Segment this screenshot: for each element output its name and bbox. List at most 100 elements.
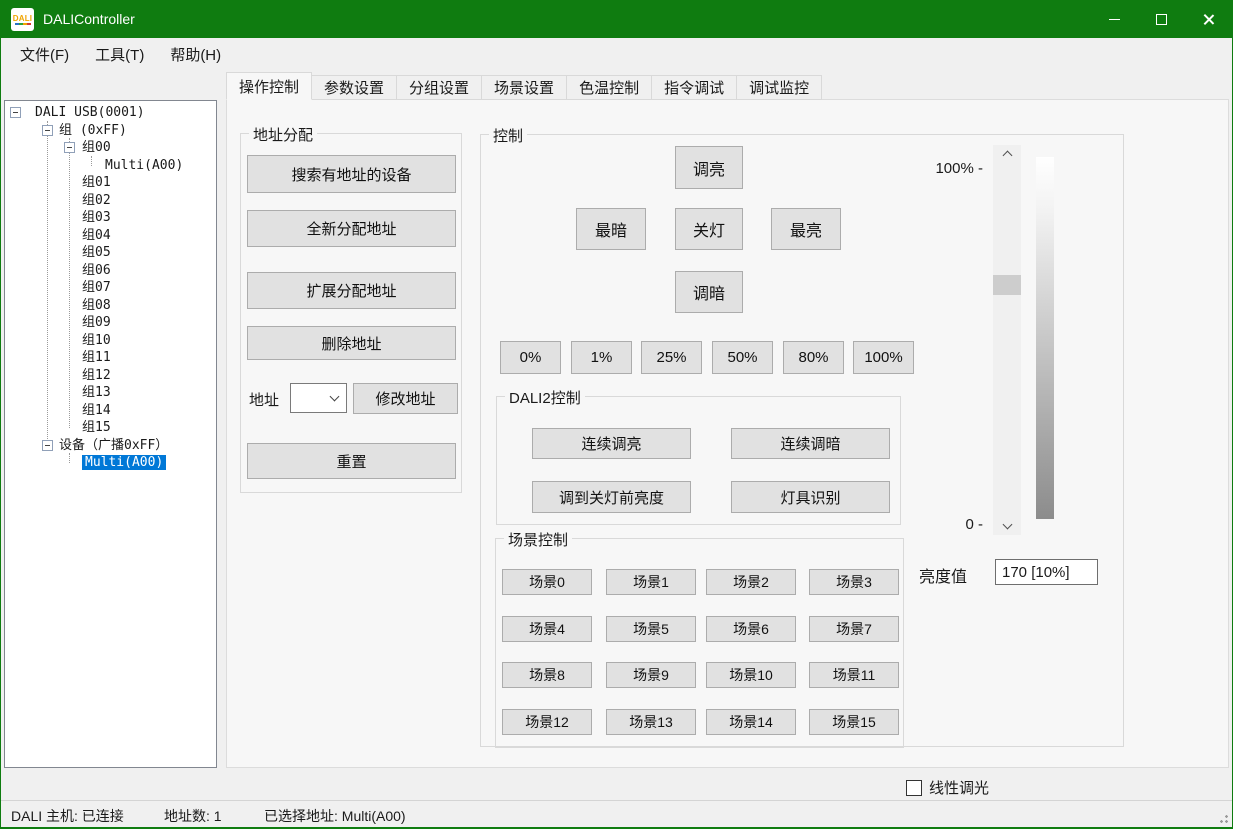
linear-dimming-checkbox[interactable] bbox=[906, 780, 922, 796]
tree-item-label: Multi(A00) bbox=[105, 158, 183, 173]
tree-item-group-07[interactable]: 组07 bbox=[5, 279, 216, 297]
percent-50-button[interactable]: 50% bbox=[712, 341, 773, 374]
dim-up-button[interactable]: 调亮 bbox=[675, 146, 743, 189]
tab-parameter-settings[interactable]: 参数设置 bbox=[311, 75, 397, 100]
reset-button[interactable]: 重置 bbox=[247, 443, 456, 479]
group-title: 场景控制 bbox=[504, 529, 572, 550]
tree-item-label: 组14 bbox=[82, 403, 111, 418]
tree-item-label: 组05 bbox=[82, 245, 111, 260]
tree-item-group-01[interactable]: 组01 bbox=[5, 174, 216, 192]
tree-item-group-05[interactable]: 组05 bbox=[5, 244, 216, 262]
scene-control-group: 场景控制 场景0 场景1 场景2 场景3 场景4 场景5 场景6 场景7 场景8… bbox=[495, 538, 904, 748]
tree-item-multi-a00[interactable]: Multi(A00) bbox=[5, 157, 216, 175]
scene-6-button[interactable]: 场景6 bbox=[706, 616, 796, 642]
scene-0-button[interactable]: 场景0 bbox=[502, 569, 592, 595]
tree-item-multi-a00-selected[interactable]: Multi(A00) bbox=[5, 454, 216, 472]
maximize-button[interactable] bbox=[1138, 0, 1185, 38]
scrollbar-thumb[interactable] bbox=[993, 275, 1021, 295]
linear-dimming-option: 线性调光 bbox=[906, 777, 989, 798]
tree-item-group-04[interactable]: 组04 bbox=[5, 227, 216, 245]
percent-25-button[interactable]: 25% bbox=[641, 341, 702, 374]
scene-5-button[interactable]: 场景5 bbox=[606, 616, 696, 642]
lamp-off-button[interactable]: 关灯 bbox=[675, 208, 743, 250]
tree-item-group-03[interactable]: 组03 bbox=[5, 209, 216, 227]
tab-operation-control[interactable]: 操作控制 bbox=[226, 72, 312, 100]
tree-item-group-06[interactable]: 组06 bbox=[5, 262, 216, 280]
scene-15-button[interactable]: 场景15 bbox=[809, 709, 899, 735]
tree-item-group-08[interactable]: 组08 bbox=[5, 297, 216, 315]
tree-item-label: 组04 bbox=[82, 228, 111, 243]
scale-100-label: 100% - bbox=[901, 160, 983, 177]
extend-assign-address-button[interactable]: 扩展分配地址 bbox=[247, 272, 456, 309]
tree-item-group-15[interactable]: 组15 bbox=[5, 419, 216, 437]
tab-color-temp-control[interactable]: 色温控制 bbox=[566, 75, 652, 100]
tab-grouping-settings[interactable]: 分组设置 bbox=[396, 75, 482, 100]
tree-item-group-00[interactable]: 组00 bbox=[5, 139, 216, 157]
scene-12-button[interactable]: 场景12 bbox=[502, 709, 592, 735]
scene-1-button[interactable]: 场景1 bbox=[606, 569, 696, 595]
percent-100-button[interactable]: 100% bbox=[853, 341, 914, 374]
max-brightness-button[interactable]: 最亮 bbox=[771, 208, 841, 250]
tree-item-group-10[interactable]: 组10 bbox=[5, 332, 216, 350]
scene-11-button[interactable]: 场景11 bbox=[809, 662, 899, 688]
scene-4-button[interactable]: 场景4 bbox=[502, 616, 592, 642]
scene-8-button[interactable]: 场景8 bbox=[502, 662, 592, 688]
delete-address-button[interactable]: 删除地址 bbox=[247, 326, 456, 360]
tree-item-group-13[interactable]: 组13 bbox=[5, 384, 216, 402]
menu-help[interactable]: 帮助(H) bbox=[157, 38, 234, 71]
tab-command-debug[interactable]: 指令调试 bbox=[651, 75, 737, 100]
scroll-up-button[interactable] bbox=[993, 145, 1021, 162]
percent-1-button[interactable]: 1% bbox=[571, 341, 632, 374]
tree-item-group-02[interactable]: 组02 bbox=[5, 192, 216, 210]
address-combobox[interactable] bbox=[290, 383, 347, 413]
min-brightness-button[interactable]: 最暗 bbox=[576, 208, 646, 250]
modify-address-button[interactable]: 修改地址 bbox=[353, 383, 458, 414]
resize-grip[interactable] bbox=[1216, 811, 1229, 824]
app-logo-strip bbox=[15, 23, 31, 25]
continuous-dim-down-button[interactable]: 连续调暗 bbox=[731, 428, 890, 459]
minimize-button[interactable] bbox=[1091, 0, 1138, 38]
tree-item-label: 组15 bbox=[82, 420, 111, 435]
brightness-value-field[interactable]: 170 [10%] bbox=[995, 559, 1098, 585]
collapse-icon[interactable] bbox=[64, 142, 75, 153]
tree-item-label: 组10 bbox=[82, 333, 111, 348]
percent-0-button[interactable]: 0% bbox=[500, 341, 561, 374]
close-button[interactable] bbox=[1185, 0, 1232, 38]
tree-item-group-14[interactable]: 组14 bbox=[5, 402, 216, 420]
scene-14-button[interactable]: 场景14 bbox=[706, 709, 796, 735]
tree-item-group-11[interactable]: 组11 bbox=[5, 349, 216, 367]
collapse-icon[interactable] bbox=[42, 125, 53, 136]
collapse-icon[interactable] bbox=[42, 440, 53, 451]
tree-item-dali-usb[interactable]: DALI USB(0001) bbox=[5, 104, 216, 122]
tree-item-group-09[interactable]: 组09 bbox=[5, 314, 216, 332]
assign-new-address-button[interactable]: 全新分配地址 bbox=[247, 210, 456, 247]
lamp-identify-button[interactable]: 灯具识别 bbox=[731, 481, 890, 513]
scene-3-button[interactable]: 场景3 bbox=[809, 569, 899, 595]
tab-scene-settings[interactable]: 场景设置 bbox=[481, 75, 567, 100]
menu-tools[interactable]: 工具(T) bbox=[82, 38, 157, 71]
scroll-down-button[interactable] bbox=[993, 518, 1021, 535]
tree-item-group-12[interactable]: 组12 bbox=[5, 367, 216, 385]
minimize-icon bbox=[1109, 19, 1120, 20]
tab-debug-monitor[interactable]: 调试监控 bbox=[736, 75, 822, 100]
brightness-scrollbar[interactable] bbox=[993, 145, 1021, 535]
app-logo-icon: DALI bbox=[11, 8, 34, 31]
tree-item-label: 组09 bbox=[82, 315, 111, 330]
window-controls bbox=[1091, 0, 1232, 38]
scene-2-button[interactable]: 场景2 bbox=[706, 569, 796, 595]
continuous-dim-up-button[interactable]: 连续调亮 bbox=[532, 428, 691, 459]
tree-item-devices-broadcast[interactable]: 设备（广播0xFF） bbox=[5, 437, 216, 455]
scene-7-button[interactable]: 场景7 bbox=[809, 616, 899, 642]
scene-10-button[interactable]: 场景10 bbox=[706, 662, 796, 688]
collapse-icon[interactable] bbox=[10, 107, 21, 118]
tree-item-group-root[interactable]: 组 (0xFF) bbox=[5, 122, 216, 140]
scene-9-button[interactable]: 场景9 bbox=[606, 662, 696, 688]
menu-file[interactable]: 文件(F) bbox=[7, 38, 82, 71]
search-addressed-devices-button[interactable]: 搜索有地址的设备 bbox=[247, 155, 456, 193]
brightness-gradient-bar bbox=[1036, 157, 1054, 519]
percent-80-button[interactable]: 80% bbox=[783, 341, 844, 374]
scene-13-button[interactable]: 场景13 bbox=[606, 709, 696, 735]
dim-down-button[interactable]: 调暗 bbox=[675, 271, 743, 313]
goto-last-level-button[interactable]: 调到关灯前亮度 bbox=[532, 481, 691, 513]
device-tree: DALI USB(0001) 组 (0xFF) 组00 Multi(A00) 组… bbox=[5, 101, 216, 472]
